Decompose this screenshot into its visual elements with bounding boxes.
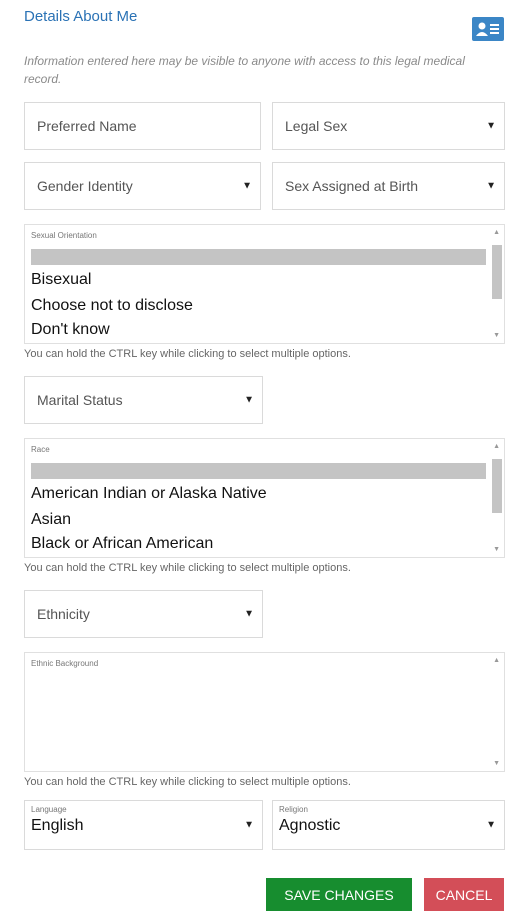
scroll-down-icon[interactable]: ▼ <box>493 546 500 553</box>
sex-assigned-at-birth-label: Sex Assigned at Birth <box>285 178 419 194</box>
marital-status-select[interactable]: Marital Status ▼ <box>24 376 263 424</box>
religion-select[interactable]: Religion Agnostic ▼ <box>272 800 505 850</box>
multi-select-hint: You can hold the CTRL key while clicking… <box>24 562 351 574</box>
disclaimer-text: Information entered here may be visible … <box>24 54 465 86</box>
ethnic-background-label: Ethnic Background <box>31 659 99 668</box>
caret-down-icon: ▼ <box>244 608 254 620</box>
contact-card-icon <box>476 22 499 36</box>
scrollbar-thumb[interactable] <box>492 459 502 513</box>
list-option[interactable]: Choose not to disclose <box>31 297 193 315</box>
language-value: English <box>31 817 84 834</box>
listbox-empty-option[interactable] <box>31 463 486 479</box>
section-title: Details About Me <box>24 8 138 25</box>
ethnic-background-listbox[interactable]: Ethnic Background ▲ ▼ <box>24 652 505 772</box>
caret-down-icon: ▼ <box>486 180 496 192</box>
religion-value: Agnostic <box>279 817 341 834</box>
scroll-up-icon[interactable]: ▲ <box>493 443 500 450</box>
legal-sex-label: Legal Sex <box>285 118 348 134</box>
list-option[interactable]: Asian <box>31 511 71 529</box>
gender-identity-label: Gender Identity <box>37 178 133 194</box>
marital-status-label: Marital Status <box>37 392 123 408</box>
caret-down-icon: ▼ <box>486 120 496 132</box>
listbox-empty-option[interactable] <box>31 249 486 265</box>
caret-down-icon: ▼ <box>244 394 254 406</box>
legal-sex-select[interactable]: Legal Sex ▼ <box>272 102 505 150</box>
cancel-button[interactable]: CANCEL <box>424 878 504 911</box>
ethnicity-label: Ethnicity <box>37 606 90 622</box>
race-label: Race <box>31 445 50 454</box>
caret-down-icon: ▼ <box>242 180 252 192</box>
list-option[interactable]: Black or African American <box>31 535 213 553</box>
scroll-down-icon[interactable]: ▼ <box>493 760 500 767</box>
language-label: Language <box>31 805 67 814</box>
caret-down-icon: ▼ <box>244 819 254 831</box>
list-option[interactable]: Don't know <box>31 321 110 339</box>
contact-card-button[interactable] <box>472 17 504 41</box>
caret-down-icon: ▼ <box>486 819 496 831</box>
race-listbox[interactable]: Race American Indian or Alaska Native As… <box>24 438 505 558</box>
sexual-orientation-label: Sexual Orientation <box>31 231 97 240</box>
religion-label: Religion <box>279 805 308 814</box>
scroll-down-icon[interactable]: ▼ <box>493 332 500 339</box>
sex-assigned-at-birth-select[interactable]: Sex Assigned at Birth ▼ <box>272 162 505 210</box>
scrollbar-thumb[interactable] <box>492 245 502 299</box>
scroll-up-icon[interactable]: ▲ <box>493 657 500 664</box>
multi-select-hint: You can hold the CTRL key while clicking… <box>24 348 351 360</box>
gender-identity-select[interactable]: Gender Identity ▼ <box>24 162 261 210</box>
list-option[interactable]: Bisexual <box>31 271 91 289</box>
sexual-orientation-listbox[interactable]: Sexual Orientation Bisexual Choose not t… <box>24 224 505 344</box>
multi-select-hint: You can hold the CTRL key while clicking… <box>24 776 351 788</box>
language-select[interactable]: Language English ▼ <box>24 800 263 850</box>
save-changes-button[interactable]: SAVE CHANGES <box>266 878 412 911</box>
preferred-name-input[interactable]: Preferred Name <box>24 102 261 150</box>
scroll-up-icon[interactable]: ▲ <box>493 229 500 236</box>
preferred-name-label: Preferred Name <box>37 118 137 134</box>
list-option[interactable]: American Indian or Alaska Native <box>31 485 267 503</box>
ethnicity-select[interactable]: Ethnicity ▼ <box>24 590 263 638</box>
